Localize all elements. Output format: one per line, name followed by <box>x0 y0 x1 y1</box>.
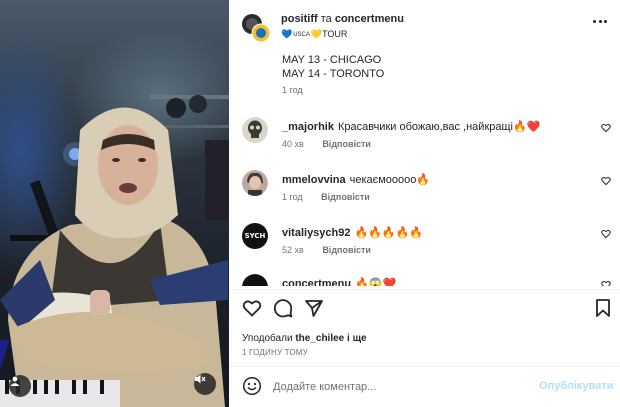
comment-text: _majorhik Красавчики обожаю,вас ,найкращі… <box>282 120 540 133</box>
like-comment-heart-icon[interactable] <box>601 280 611 286</box>
like-comment-heart-icon[interactable] <box>601 123 611 133</box>
comment-username[interactable]: mmelovvina <box>282 174 346 186</box>
user-icon <box>10 376 20 386</box>
more-options-icon[interactable] <box>593 18 607 24</box>
comment-item: SYCH vitaliysych92 🔥🔥🔥🔥🔥 52 хв Відповісти <box>229 223 620 263</box>
comment-text: vitaliysych92 🔥🔥🔥🔥🔥 <box>282 226 423 239</box>
post-authors: positiff та concertmenu <box>281 13 404 25</box>
post-caption: MAY 13 - CHICAGO MAY 14 - TORONTO <box>282 53 384 81</box>
comment-meta: 52 хв Відповісти <box>282 245 371 255</box>
comment-username[interactable]: vitaliysych92 <box>282 227 351 239</box>
reply-button[interactable]: Відповісти <box>322 139 371 149</box>
comment-body: 🔥😱❤️ <box>355 278 397 286</box>
authors-connector: та <box>320 13 332 25</box>
comment-item: concertmenu 🔥😱❤️ <box>229 274 620 286</box>
comments-list[interactable]: MAY 13 - CHICAGO MAY 14 - TORONTO 1 год … <box>229 46 620 286</box>
skull-avatar[interactable] <box>242 117 268 143</box>
comment-bubble-icon[interactable] <box>273 298 293 318</box>
comment-username[interactable]: concertmenu <box>282 278 351 286</box>
likes-others-link[interactable]: і ще <box>347 333 367 344</box>
reel-video[interactable] <box>0 0 229 407</box>
post-panel: positiff та concertmenu 💙 USCA 💛TOUR MAY… <box>229 0 620 407</box>
like-heart-icon[interactable] <box>242 298 262 318</box>
likes-summary: Уподобали the_chilee і ще <box>242 333 367 344</box>
comment-input[interactable] <box>273 378 523 396</box>
tagged-users-button[interactable] <box>9 375 31 397</box>
comment-meta: 40 хв Відповісти <box>282 139 371 149</box>
comment-time: 1 год <box>282 192 303 202</box>
comment-body: 🔥🔥🔥🔥🔥 <box>354 227 423 239</box>
share-send-icon[interactable] <box>304 298 324 318</box>
comment-text: concertmenu 🔥😱❤️ <box>282 277 396 286</box>
portrait-avatar[interactable] <box>242 170 268 196</box>
reply-button[interactable]: Відповісти <box>321 192 370 202</box>
comment-time: 40 хв <box>282 139 304 149</box>
likes-prefix: Уподобали <box>242 333 293 344</box>
like-comment-heart-icon[interactable] <box>601 176 611 186</box>
comment-time: 52 хв <box>282 245 304 255</box>
comment-body: Красавчики обожаю,вас ,найкращі🔥❤️ <box>337 121 541 133</box>
subtitle-suffix: 💛TOUR <box>310 29 348 39</box>
post-header: positiff та concertmenu 💙 USCA 💛TOUR <box>229 0 620 46</box>
likes-user-link[interactable]: the_chilee <box>295 333 344 344</box>
caption-line: MAY 14 - TORONTO <box>282 68 385 80</box>
emoji-smiley-icon[interactable] <box>242 376 262 396</box>
sych-avatar[interactable]: SYCH <box>242 223 268 249</box>
author-avatar[interactable] <box>241 13 271 43</box>
video-frame <box>0 95 229 407</box>
post-comment-button[interactable]: Опублікувати <box>539 380 613 392</box>
comment-meta: 1 год Відповісти <box>282 192 370 202</box>
avatar-text: SYCH <box>244 232 266 240</box>
author-link[interactable]: positiff <box>281 13 318 25</box>
subtitle-small-text: USCA <box>293 31 310 38</box>
concert-avatar[interactable] <box>242 274 268 286</box>
save-bookmark-icon[interactable] <box>593 298 613 318</box>
speaker-muted-icon <box>195 374 206 384</box>
caption-line: MAY 13 - CHICAGO <box>282 54 382 66</box>
caption-timestamp: 1 год <box>282 85 303 95</box>
like-comment-heart-icon[interactable] <box>601 229 611 239</box>
mute-button[interactable] <box>194 373 216 395</box>
subtitle-prefix: 💙 <box>281 29 293 39</box>
comment-username[interactable]: _majorhik <box>282 121 334 133</box>
post-actions <box>229 290 620 328</box>
add-comment-bar: Опублікувати <box>229 367 620 407</box>
comment-item: mmelovvina чекаємооооо🔥 1 год Відповісти <box>229 170 620 210</box>
comment-item: _majorhik Красавчики обожаю,вас ,найкращі… <box>229 117 620 157</box>
comment-text: mmelovvina чекаємооооо🔥 <box>282 173 430 186</box>
reply-button[interactable]: Відповісти <box>322 245 371 255</box>
comment-body: чекаємооооо🔥 <box>349 174 431 186</box>
post-subtitle[interactable]: 💙 USCA 💛TOUR <box>281 29 347 40</box>
coauthor-link[interactable]: concertmenu <box>335 13 404 25</box>
post-date[interactable]: 1 ГОДИНУ ТОМУ <box>242 348 308 357</box>
